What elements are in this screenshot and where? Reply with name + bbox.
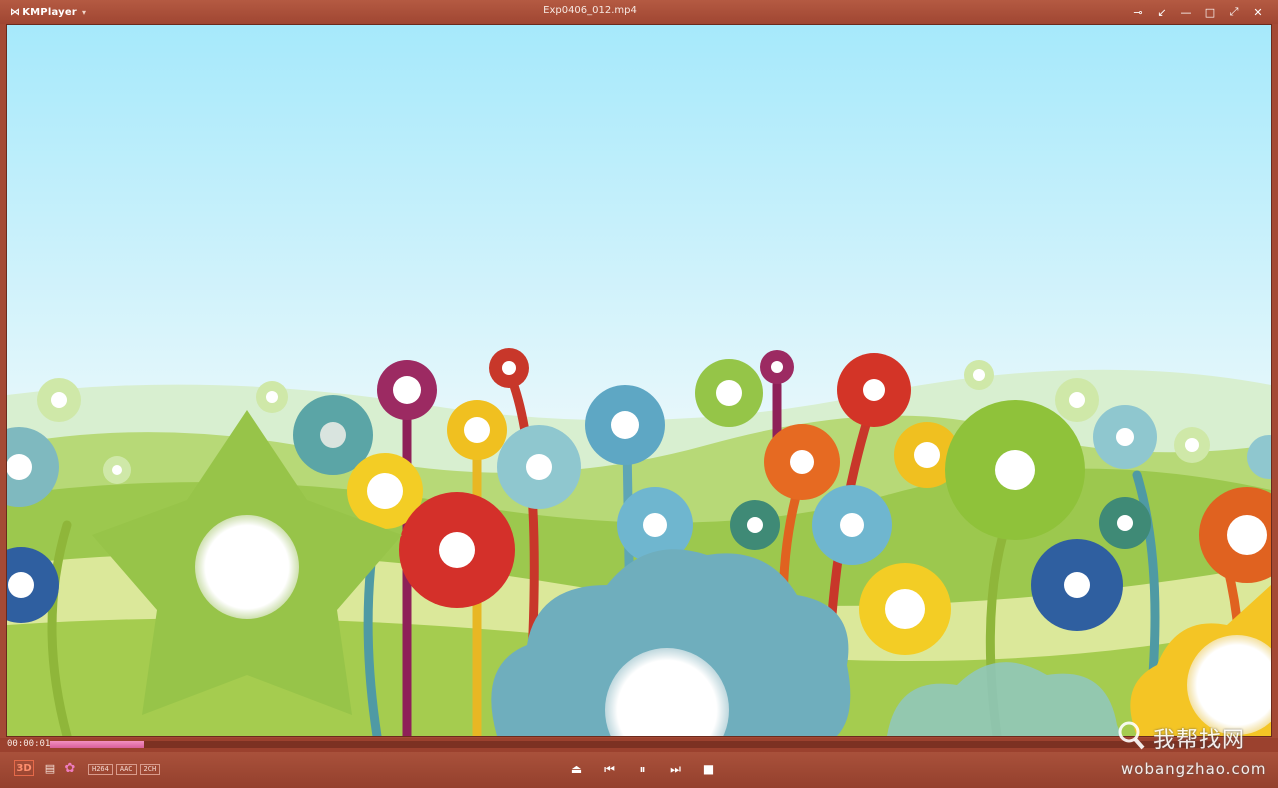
3d-mode-button[interactable]: 3D [14,760,34,776]
fullscreen-button[interactable]: ⤢ [1222,3,1246,21]
window-title: Exp0406_012.mp4 [543,5,637,16]
gear-icon: ✿ [64,760,76,776]
playlist-button[interactable]: ▤ [44,761,56,775]
mini-mode-icon: ↙ [1157,5,1167,19]
close-button[interactable]: ✕ [1246,3,1270,21]
seek-bar[interactable] [50,741,1220,748]
playlist-icon: ▤ [44,761,56,775]
codec-badges: H264 AAC 2CH [88,764,163,775]
transport-controls: ⏏ ⏮ ⏸ ⏭ ■ [560,758,725,780]
kmplayer-window: ⋈ KMPlayer ▾ Exp0406_012.mp4 ⊸ ↙ — □ ⤢ ✕ [0,0,1278,788]
audio-channels-badge[interactable]: 2CH [139,764,161,775]
seek-row: 00:00:01 [0,738,1278,752]
window-controls: ⊸ ↙ — □ ⤢ ✕ [1126,3,1270,21]
video-scene [7,25,1271,736]
fullscreen-icon: ⤢ [1229,5,1239,18]
maximize-button[interactable]: □ [1198,3,1222,21]
eject-icon: ⏏ [570,762,583,776]
next-button[interactable]: ⏭ [659,758,692,780]
pause-icon: ⏸ [639,761,646,776]
title-bar[interactable]: ⋈ KMPlayer ▾ Exp0406_012.mp4 ⊸ ↙ — □ ⤢ ✕ [0,0,1278,24]
magnifier-icon [1118,721,1145,750]
pin-icon: ⊸ [1133,5,1143,19]
skip-next-icon: ⏭ [670,761,681,776]
close-icon: ✕ [1253,5,1263,19]
pause-button[interactable]: ⏸ [626,758,659,780]
mini-mode-button[interactable]: ↙ [1150,3,1174,21]
minimize-button[interactable]: — [1174,3,1198,21]
previous-button[interactable]: ⏮ [593,758,626,780]
watermark: 我帮找网 wobangzhao.com [1117,718,1272,782]
control-bar: 3D ▤ ✿ H264 AAC 2CH ⏏ ⏮ ⏸ ⏭ ■ [0,752,1278,788]
video-frame[interactable] [6,24,1272,737]
settings-button[interactable]: ✿ [63,760,77,776]
stop-button[interactable]: ■ [692,758,725,780]
skip-previous-icon: ⏮ [604,761,615,776]
watermark-url: wobangzhao.com [1121,760,1267,778]
pin-button[interactable]: ⊸ [1126,3,1150,21]
watermark-text: 我帮找网 [1153,728,1246,753]
stop-icon: ■ [702,762,715,776]
audio-codec-badge[interactable]: AAC [115,764,137,775]
eject-button[interactable]: ⏏ [560,758,593,780]
minimize-icon: — [1180,5,1192,19]
seek-progress [50,741,144,748]
elapsed-time: 00:00:01 [7,739,51,749]
video-codec-badge[interactable]: H264 [88,764,113,775]
maximize-icon: □ [1204,5,1216,19]
